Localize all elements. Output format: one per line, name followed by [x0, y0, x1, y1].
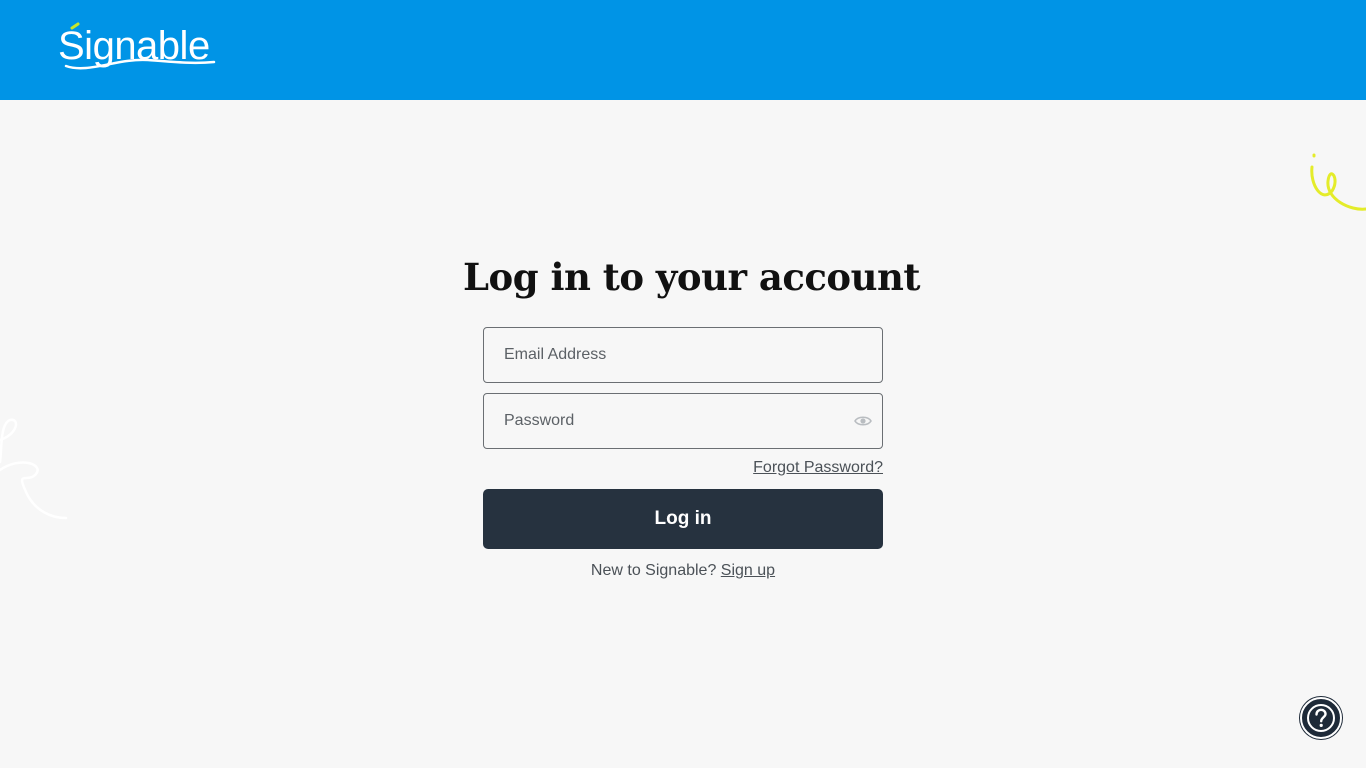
signup-prompt: New to Signable? — [590, 562, 717, 579]
signup-link[interactable]: Sign up — [721, 562, 775, 579]
eye-icon[interactable] — [854, 412, 872, 430]
forgot-password-row: Forgot Password? — [483, 459, 883, 479]
squiggle-decoration — [1310, 153, 1366, 211]
help-button[interactable] — [1300, 697, 1342, 739]
logo-swoosh-icon — [64, 22, 216, 70]
page-title: Log in to your account — [463, 255, 921, 299]
squiggle-decoration — [0, 418, 68, 520]
signup-row: New to Signable? Sign up — [483, 560, 883, 582]
forgot-password-link[interactable]: Forgot Password? — [753, 459, 883, 476]
help-icon — [1307, 704, 1335, 732]
password-field-wrapper — [483, 393, 883, 449]
email-field[interactable] — [484, 328, 882, 382]
email-field-wrapper — [483, 327, 883, 383]
top-bar: Signable — [0, 0, 1366, 100]
login-form: Log in to your account Forgot Password? … — [463, 250, 921, 582]
signable-logo[interactable]: Signable — [58, 22, 218, 78]
password-field[interactable] — [484, 394, 882, 448]
login-button[interactable]: Log in — [483, 489, 883, 549]
